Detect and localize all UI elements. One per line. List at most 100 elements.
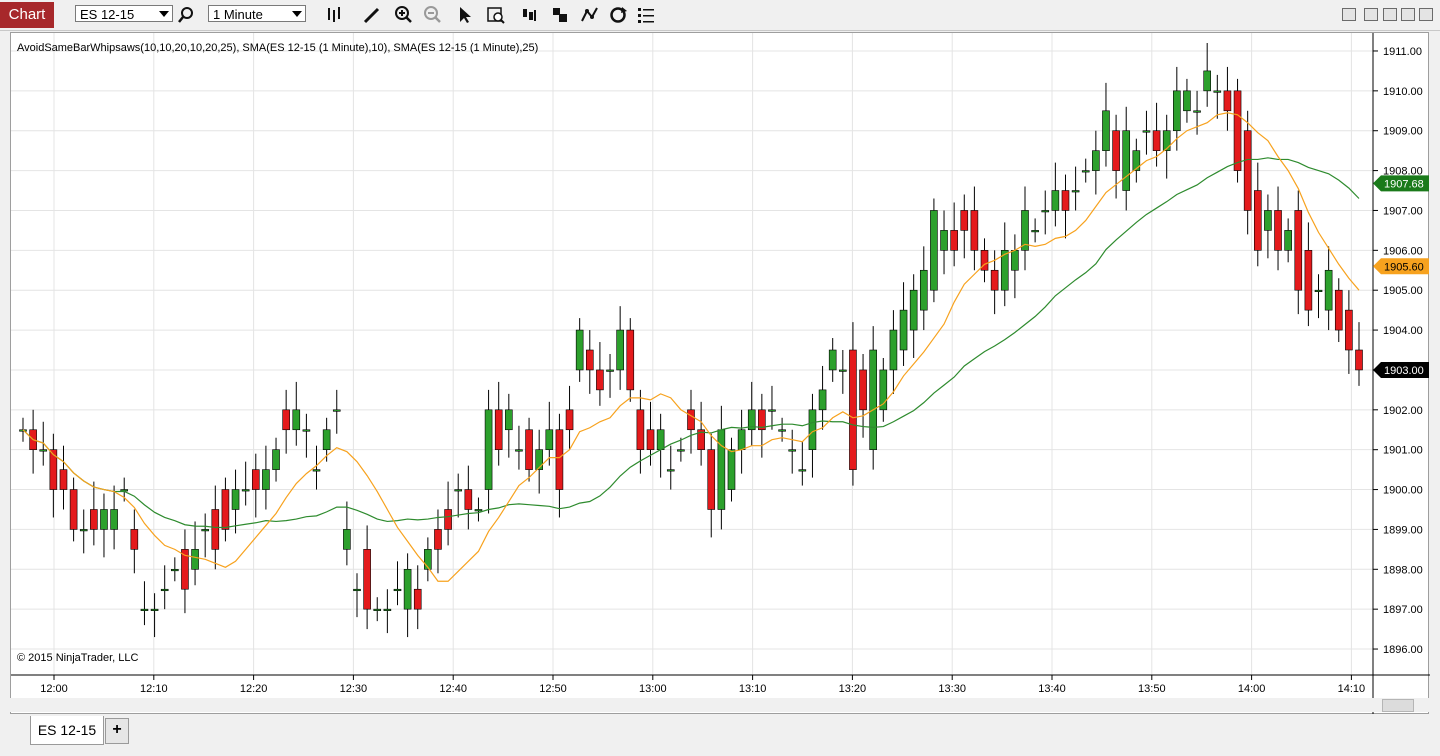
candle-up (1041, 210, 1050, 213)
bar-type-icon[interactable] (325, 5, 345, 25)
properties-icon[interactable] (520, 5, 540, 25)
toolbar: Chart ES 12-15 1 Minute (0, 0, 1440, 31)
candle-up (677, 449, 685, 452)
time-axis-label: 12:40 (439, 683, 467, 695)
zoom-in-icon[interactable] (393, 5, 413, 25)
price-axis-label: 1899.00 (1383, 524, 1423, 536)
candle-up (1071, 190, 1080, 193)
candle-down (413, 588, 422, 610)
candle-up (1122, 130, 1131, 191)
zoom-out-icon[interactable] (422, 5, 442, 25)
candle-down (849, 349, 857, 470)
minimize-window-icon[interactable] (1383, 8, 1397, 21)
candle-down (1294, 210, 1303, 291)
time-axis-label: 13:40 (1038, 683, 1066, 695)
indicators-icon[interactable] (580, 5, 600, 25)
candle-down (282, 409, 290, 431)
candle-down (251, 469, 260, 490)
time-axis-label: 13:00 (639, 683, 667, 695)
candle-up (454, 489, 463, 492)
candle-up (171, 568, 179, 572)
candle-up (899, 309, 908, 351)
candle-down (636, 409, 645, 450)
chart-label[interactable]: Chart (0, 2, 54, 28)
candle-up (1203, 70, 1211, 92)
candle-up (272, 449, 280, 470)
candle-up (909, 289, 918, 331)
time-axis-label: 13:30 (938, 683, 966, 695)
candle-up (100, 509, 108, 530)
candle-down (1304, 250, 1313, 311)
candle-up (322, 429, 331, 450)
tab-instrument[interactable]: ES 12-15 (30, 716, 104, 745)
candle-up (737, 429, 746, 450)
price-axis-label: 1905.00 (1383, 285, 1423, 297)
candle-down (555, 429, 564, 490)
chevron-down-icon (292, 11, 302, 17)
pencil-icon[interactable] (362, 5, 382, 25)
candle-up (312, 469, 321, 472)
candle-down (464, 489, 473, 510)
candle-up (940, 230, 948, 251)
scrollbar-thumb[interactable] (1382, 699, 1414, 712)
candle-up (575, 329, 584, 371)
candle-up (778, 429, 786, 432)
maximize-icon[interactable] (1401, 8, 1415, 21)
candle-up (241, 489, 250, 492)
candle-up (1173, 90, 1181, 132)
candle-down (1112, 130, 1120, 171)
candle-up (919, 269, 928, 311)
candle-up (818, 389, 827, 411)
candle-down (525, 429, 533, 470)
candle-up (788, 449, 797, 452)
candle-up (515, 449, 523, 452)
add-tab-button[interactable]: + (105, 718, 129, 744)
candle-up (140, 608, 149, 611)
minimize-icon[interactable] (1342, 8, 1356, 21)
candle-up (1142, 130, 1151, 133)
candle-up (828, 349, 837, 371)
horizontal-scrollbar[interactable] (10, 698, 1429, 712)
time-axis-label: 12:10 (140, 683, 168, 695)
candle-down (687, 409, 695, 431)
search-icon[interactable] (178, 5, 198, 25)
candle-up (656, 429, 665, 450)
candle-up (474, 509, 483, 512)
chart-panel[interactable]: 1911.00 1910.00 1909.00 1908.00 1907.00 1906.… (10, 32, 1430, 715)
instrument-select[interactable]: ES 12-15 (75, 5, 173, 22)
candle-up (1051, 190, 1060, 211)
price-marker-label: 1903.00 (1384, 365, 1424, 377)
data-box-icon[interactable] (486, 5, 506, 25)
candle-down (1355, 349, 1363, 371)
candle-down (960, 210, 969, 231)
candle-up (201, 529, 209, 532)
pointer-icon[interactable] (455, 5, 475, 25)
list-icon[interactable] (636, 5, 656, 25)
interval-select[interactable]: 1 Minute (208, 5, 306, 22)
candle-down (950, 230, 958, 251)
strategies-icon[interactable] (550, 5, 570, 25)
tile-icon[interactable] (1364, 8, 1378, 21)
tab-bar: ES 12-15 + (0, 698, 1440, 756)
candle-down (69, 489, 78, 530)
price-axis-label: 1897.00 (1383, 604, 1423, 616)
price-axis-label: 1911.00 (1383, 46, 1422, 58)
time-axis-label: 12:00 (40, 683, 68, 695)
time-axis-label: 12:50 (539, 683, 567, 695)
price-axis-label: 1909.00 (1383, 126, 1423, 138)
candle-up (1132, 150, 1141, 171)
candle-up (39, 449, 48, 452)
price-chart[interactable]: 1911.001910.001909.001908.001907.001906.… (11, 33, 1430, 715)
candle-down (90, 509, 98, 530)
reload-icon[interactable] (608, 5, 628, 25)
candle-up (1162, 130, 1171, 151)
candle-up (798, 469, 807, 472)
candle-down (59, 469, 68, 490)
candle-up (1092, 150, 1100, 171)
candle-down (565, 409, 574, 431)
candle-up (505, 409, 513, 431)
candle-up (353, 588, 361, 592)
candle-down (1243, 130, 1252, 211)
price-axis-label: 1907.00 (1383, 205, 1423, 217)
close-icon[interactable] (1419, 8, 1433, 21)
